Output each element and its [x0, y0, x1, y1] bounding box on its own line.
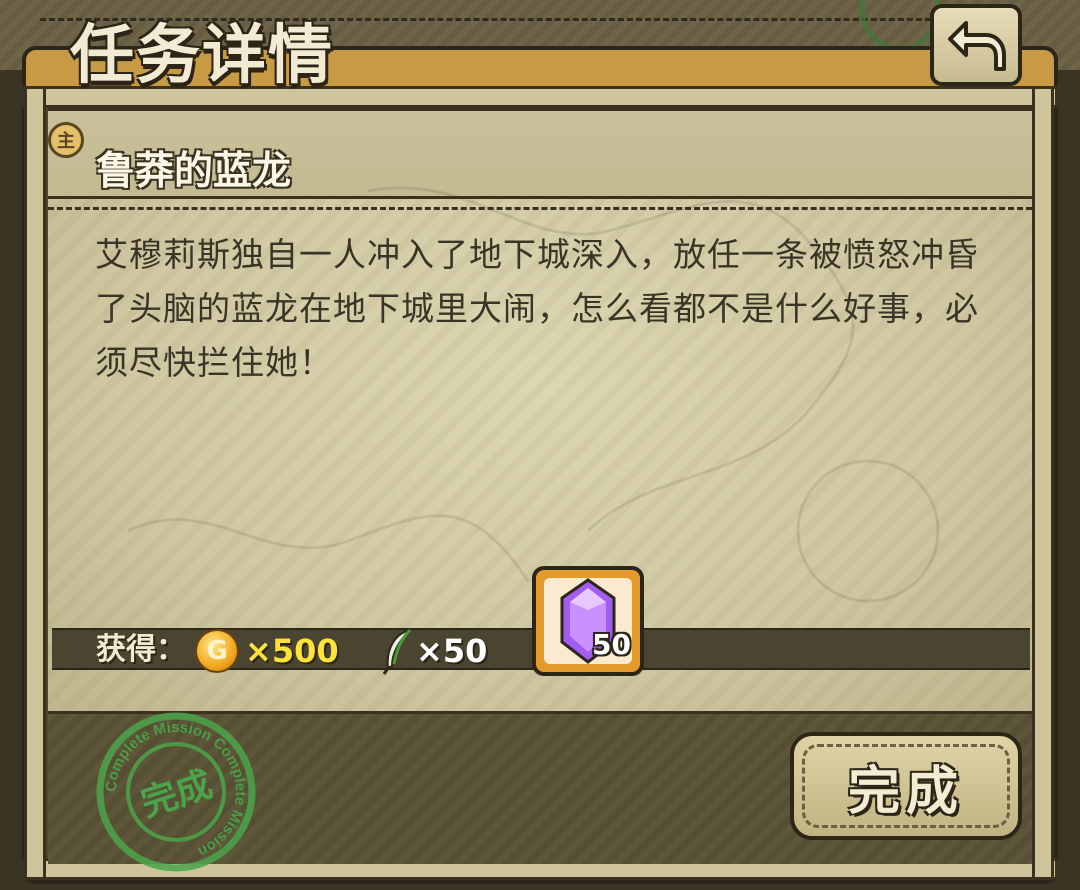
quest-name: 鲁莽的蓝龙: [96, 149, 292, 194]
complete-button[interactable]: 完成: [790, 732, 1022, 840]
stamp-center-text: 完成: [136, 764, 217, 825]
back-button[interactable]: [930, 4, 1022, 86]
reward-label: 获得：: [96, 632, 186, 667]
quest-description: 艾穆莉斯独自一人冲入了地下城深入，放任一条被愤怒冲昏了头脑的蓝龙在地下城里大闹，…: [95, 235, 979, 382]
page-title: 任务详情: [70, 18, 334, 93]
feather-icon: [382, 628, 414, 675]
gem-count: 50: [592, 628, 631, 661]
main-quest-badge: 主: [48, 122, 84, 158]
feather-amount: ×50: [416, 632, 488, 670]
back-arrow-icon: [948, 21, 1006, 71]
mission-complete-stamp: Complete Mission Complete Mission 完成: [96, 712, 256, 872]
gold-amount: ×500: [245, 632, 339, 670]
frame-left-post: [24, 86, 46, 880]
complete-button-label: 完成: [847, 761, 964, 822]
frame-right-post: [1032, 86, 1054, 880]
gold-coin-icon: G: [195, 629, 239, 673]
